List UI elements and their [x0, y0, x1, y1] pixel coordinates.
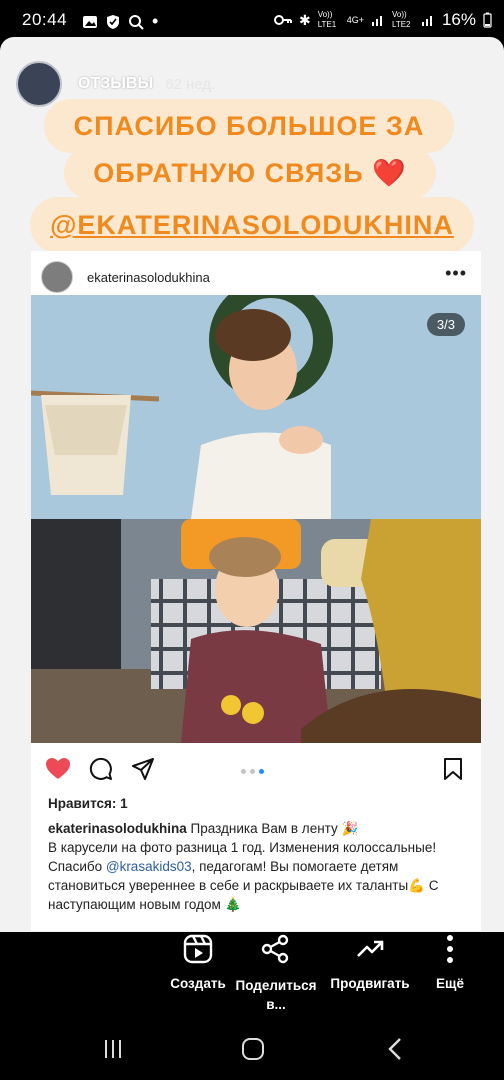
share-label: Поделиться в...: [235, 978, 317, 1012]
create-button[interactable]: Создать: [160, 932, 236, 991]
system-indicators: ✱ Vo)) LTE1 4G+ Vo)) LTE2 16%: [273, 10, 492, 30]
pager-dot-active: [259, 769, 264, 774]
status-bar: 20:44 • ✱ Vo)) LTE1 4G+ Vo)) LTE2 16%: [0, 0, 504, 38]
trend-up-icon: [357, 940, 384, 957]
post-avatar: [41, 261, 73, 293]
notification-icons: •: [82, 11, 158, 32]
network-lte1: Vo)) LTE1: [317, 10, 337, 29]
more-label: Ещё: [436, 976, 464, 991]
network-4g: 4G+: [346, 15, 364, 25]
post-photo-1: 3/3: [31, 295, 481, 519]
share-icon: [261, 934, 289, 964]
search-status-icon: [129, 14, 144, 30]
battery-level: 16%: [441, 10, 476, 29]
more-options-icon: •••: [445, 263, 467, 283]
carousel-counter: 3/3: [426, 313, 465, 336]
bookmark-icon: [444, 758, 462, 780]
heart-icon: [46, 758, 70, 779]
clock: 20:44: [22, 10, 68, 29]
post-photo-2: [31, 519, 481, 743]
caption-text-1: Праздника Вам в ленту 🎉: [186, 821, 359, 836]
back-icon[interactable]: [386, 1037, 406, 1061]
embedded-instagram-post: ekaterinasolodukhina ••• 3/3 Нравится: 1…: [31, 251, 481, 931]
mention-link[interactable]: @EKATERINASOLODUKHINA: [50, 210, 454, 240]
send-icon: [132, 758, 154, 780]
post-actions: [31, 751, 481, 791]
gallery-notification-icon: [83, 15, 97, 28]
more-vertical-icon: [447, 935, 453, 963]
photo-girl-floral-dress: [31, 519, 481, 743]
network-lte2: Vo)) LTE2: [391, 10, 411, 29]
likes-count: Нравится: 1: [48, 796, 128, 811]
system-nav-bar: [0, 1020, 504, 1080]
caption-mention: @krasakids03: [105, 859, 192, 874]
thanks-banner-line2: ОБРАТНУЮ СВЯЗЬ ❤️: [64, 147, 436, 199]
mention-banner[interactable]: @EKATERINASOLODUKHINA: [30, 197, 474, 253]
dot-icon: •: [152, 11, 159, 31]
promote-button[interactable]: Продвигать: [326, 932, 414, 991]
thanks-banner-line1: СПАСИБО БОЛЬШОЕ ЗА: [44, 99, 454, 153]
post-caption: ekaterinasolodukhina Праздника Вам в лен…: [48, 819, 468, 914]
reels-icon: [183, 934, 213, 964]
caption-username: ekaterinasolodukhina: [48, 821, 187, 836]
key-icon: [273, 15, 292, 25]
recent-apps-icon[interactable]: [102, 1038, 124, 1060]
story-age: 62 нед.: [165, 75, 216, 93]
home-icon[interactable]: [241, 1037, 265, 1061]
avatar[interactable]: [16, 61, 62, 107]
signal-icon-2: [421, 16, 432, 26]
photo-girl-white-dress: [31, 295, 481, 519]
promote-label: Продвигать: [330, 976, 410, 991]
battery-icon: [483, 12, 492, 28]
comment-icon: [89, 757, 112, 780]
pager-dot: [250, 769, 255, 774]
story-bottom-actions: Создать Поделиться в... Продвигать Ещё: [0, 932, 504, 1022]
carousel-pager: [241, 769, 264, 774]
shield-icon: [107, 14, 119, 29]
post-header: ekaterinasolodukhina: [41, 261, 210, 293]
pager-dot: [241, 769, 246, 774]
signal-icon: [371, 16, 382, 26]
post-username: ekaterinasolodukhina: [87, 269, 210, 285]
bluetooth-icon: ✱: [298, 11, 311, 28]
more-button[interactable]: Ещё: [428, 932, 472, 991]
share-button[interactable]: Поделиться в...: [232, 932, 320, 1014]
story-account-name[interactable]: ОТЗЫВЫ: [78, 75, 153, 93]
create-label: Создать: [170, 976, 226, 991]
story-card[interactable]: ОТЗЫВЫ 62 нед. СПАСИБО БОЛЬШОЕ ЗА ОБРАТН…: [0, 37, 504, 932]
